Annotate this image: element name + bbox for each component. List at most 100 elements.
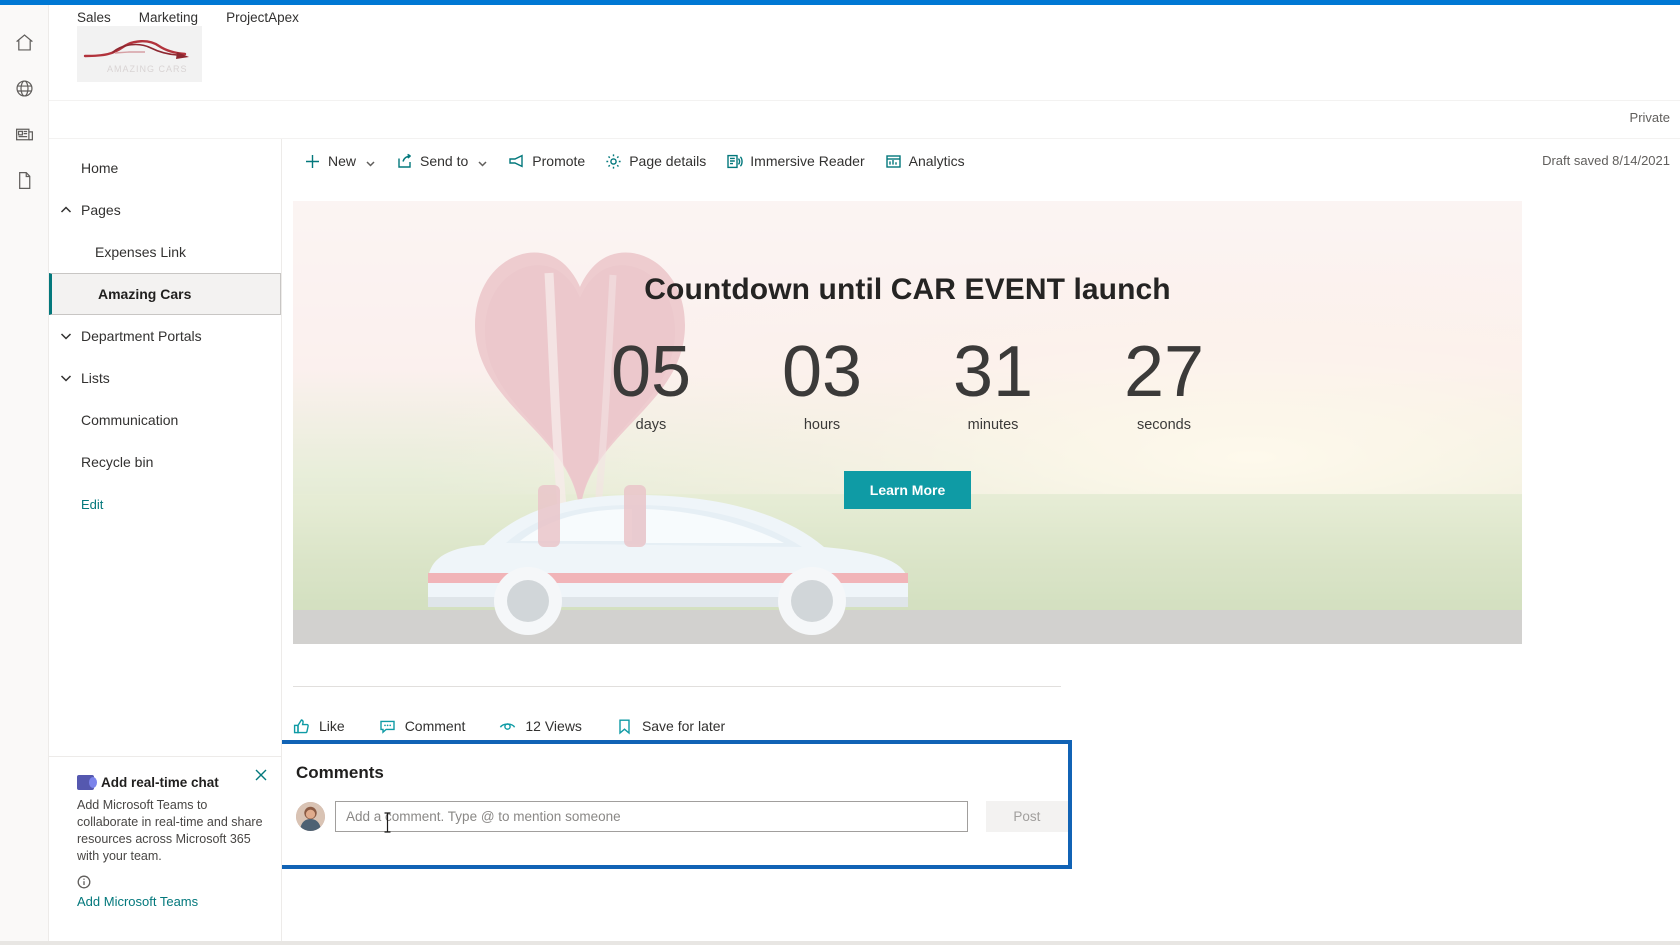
sharepoint-page: Sales Marketing ProjectApex AMAZING CARS… (0, 0, 1680, 945)
teams-icon (77, 775, 97, 790)
section-divider (293, 686, 1061, 687)
sidebar-item-label: Department Portals (81, 328, 202, 344)
sidebar-item-lists[interactable]: Lists (49, 357, 281, 399)
site-navigation: Home Pages Expenses Link Amazing Cars De… (49, 139, 282, 945)
save-for-later-button[interactable]: Save for later (616, 711, 725, 741)
sidebar-item-label: Amazing Cars (98, 286, 192, 302)
countdown-hours: 03 hours (760, 333, 885, 433)
send-to-button[interactable]: Send to (386, 141, 498, 181)
countdown-hours-value: 03 (781, 332, 863, 412)
chevron-down-icon (59, 371, 73, 385)
bookmark-icon (616, 718, 633, 735)
teams-promo-body: Add Microsoft Teams to collaborate in re… (77, 798, 263, 863)
comment-button-label: Comment (404, 718, 466, 734)
countdown-content: Countdown until CAR EVENT launch 05 days… (293, 201, 1522, 644)
analytics-icon (885, 153, 902, 170)
countdown-minutes-value: 31 (952, 332, 1034, 412)
countdown-title: Countdown until CAR EVENT launch (644, 273, 1171, 306)
sidebar-item-amazing-cars[interactable]: Amazing Cars (49, 273, 281, 315)
immersive-reader-icon (726, 153, 744, 170)
like-button-label: Like (319, 718, 345, 734)
avatar (296, 802, 325, 831)
text-cursor-icon (383, 812, 392, 833)
countdown-seconds-value: 27 (1123, 332, 1205, 412)
page-social-bar: Like Comment 12 Views Save for later (293, 711, 725, 741)
news-icon[interactable] (0, 111, 48, 157)
views-count-label: 12 Views (525, 718, 582, 734)
countdown-seconds: 27 seconds (1102, 333, 1227, 433)
sidebar-item-pages[interactable]: Pages (49, 189, 281, 231)
amazing-cars-logo: AMAZING CARS (77, 26, 202, 82)
comment-input[interactable] (335, 801, 968, 832)
chevron-down-icon (477, 156, 488, 167)
new-button-label: New (328, 153, 357, 169)
countdown-minutes-label: minutes (967, 417, 1019, 433)
save-for-later-label: Save for later (641, 718, 726, 734)
countdown-days-label: days (635, 417, 667, 433)
like-button[interactable]: Like (293, 711, 345, 741)
chevron-up-icon (59, 203, 73, 217)
page-details-button-label: Page details (629, 153, 707, 169)
sidebar-item-communication[interactable]: Communication (49, 399, 281, 441)
window-bottom-edge (0, 941, 1680, 945)
learn-more-button[interactable]: Learn More (843, 471, 972, 509)
draft-saved-status: Draft saved 8/14/2021 (1542, 153, 1670, 168)
sidebar-item-expenses-link[interactable]: Expenses Link (49, 231, 281, 273)
send-to-button-label: Send to (420, 153, 469, 169)
countdown-days: 05 days (589, 333, 714, 433)
plus-icon (304, 153, 321, 170)
privacy-label: Private (1629, 110, 1670, 125)
page-command-bar: New Send to Promote Page details Immersi… (282, 139, 1680, 184)
comments-section: Comments Post (282, 740, 1072, 869)
document-icon[interactable] (0, 157, 48, 203)
page-details-button[interactable]: Page details (595, 141, 716, 181)
sidebar-item-label: Lists (81, 370, 110, 386)
sidebar-item-label: Communication (81, 412, 179, 428)
sidebar-item-label: Pages (81, 202, 121, 218)
promote-button-label: Promote (532, 153, 586, 169)
site-header: Sales Marketing ProjectApex AMAZING CARS (49, 5, 1680, 101)
analytics-button[interactable]: Analytics (875, 141, 975, 181)
topnav-item-projectapex[interactable]: ProjectApex (226, 5, 299, 31)
home-icon[interactable] (0, 19, 48, 65)
site-privacy-row: Private (49, 101, 1680, 139)
views-count[interactable]: 12 Views (499, 711, 582, 741)
teams-promo-title-row: Add real-time chat (77, 775, 263, 790)
sidebar-item-label: Recycle bin (81, 454, 154, 470)
comments-heading: Comments (296, 763, 384, 782)
countdown-hours-label: hours (803, 417, 841, 433)
add-microsoft-teams-link[interactable]: Add Microsoft Teams (77, 894, 263, 909)
countdown-units: 05 days 03 hours 31 minutes 27 seconds (589, 333, 1227, 433)
analytics-button-label: Analytics (908, 153, 965, 169)
chevron-down-icon (59, 329, 73, 343)
globe-icon[interactable] (0, 65, 48, 111)
promote-icon (508, 153, 525, 170)
sidebar-item-label: Home (81, 160, 119, 176)
chevron-down-icon (365, 156, 376, 167)
teams-promo-title: Add real-time chat (101, 775, 219, 790)
sidebar-item-department-portals[interactable]: Department Portals (49, 315, 281, 357)
comment-icon (379, 718, 396, 735)
gear-icon (605, 153, 622, 170)
app-icon-rail (0, 5, 49, 945)
nav-list: Home Pages Expenses Link Amazing Cars De… (49, 139, 281, 512)
close-icon[interactable] (253, 767, 269, 783)
info-icon[interactable] (77, 875, 91, 893)
eye-icon (499, 718, 516, 735)
edit-navigation-link[interactable]: Edit (49, 497, 281, 512)
immersive-reader-button[interactable]: Immersive Reader (716, 141, 874, 181)
sidebar-item-recycle-bin[interactable]: Recycle bin (49, 441, 281, 483)
comment-button[interactable]: Comment (379, 711, 466, 741)
comment-compose-row: Post (296, 801, 1068, 832)
countdown-days-value: 05 (610, 332, 692, 412)
immersive-reader-button-label: Immersive Reader (750, 153, 865, 169)
teams-promo-card: Add real-time chat Add Microsoft Teams t… (49, 756, 281, 923)
countdown-seconds-label: seconds (1136, 417, 1191, 433)
new-button[interactable]: New (294, 141, 386, 181)
promote-button[interactable]: Promote (498, 141, 595, 181)
send-to-icon (396, 153, 413, 170)
countdown-webpart: Countdown until CAR EVENT launch 05 days… (293, 201, 1522, 644)
sidebar-item-home[interactable]: Home (49, 147, 281, 189)
thumbs-up-icon (293, 718, 310, 735)
post-comment-button[interactable]: Post (985, 801, 1068, 832)
